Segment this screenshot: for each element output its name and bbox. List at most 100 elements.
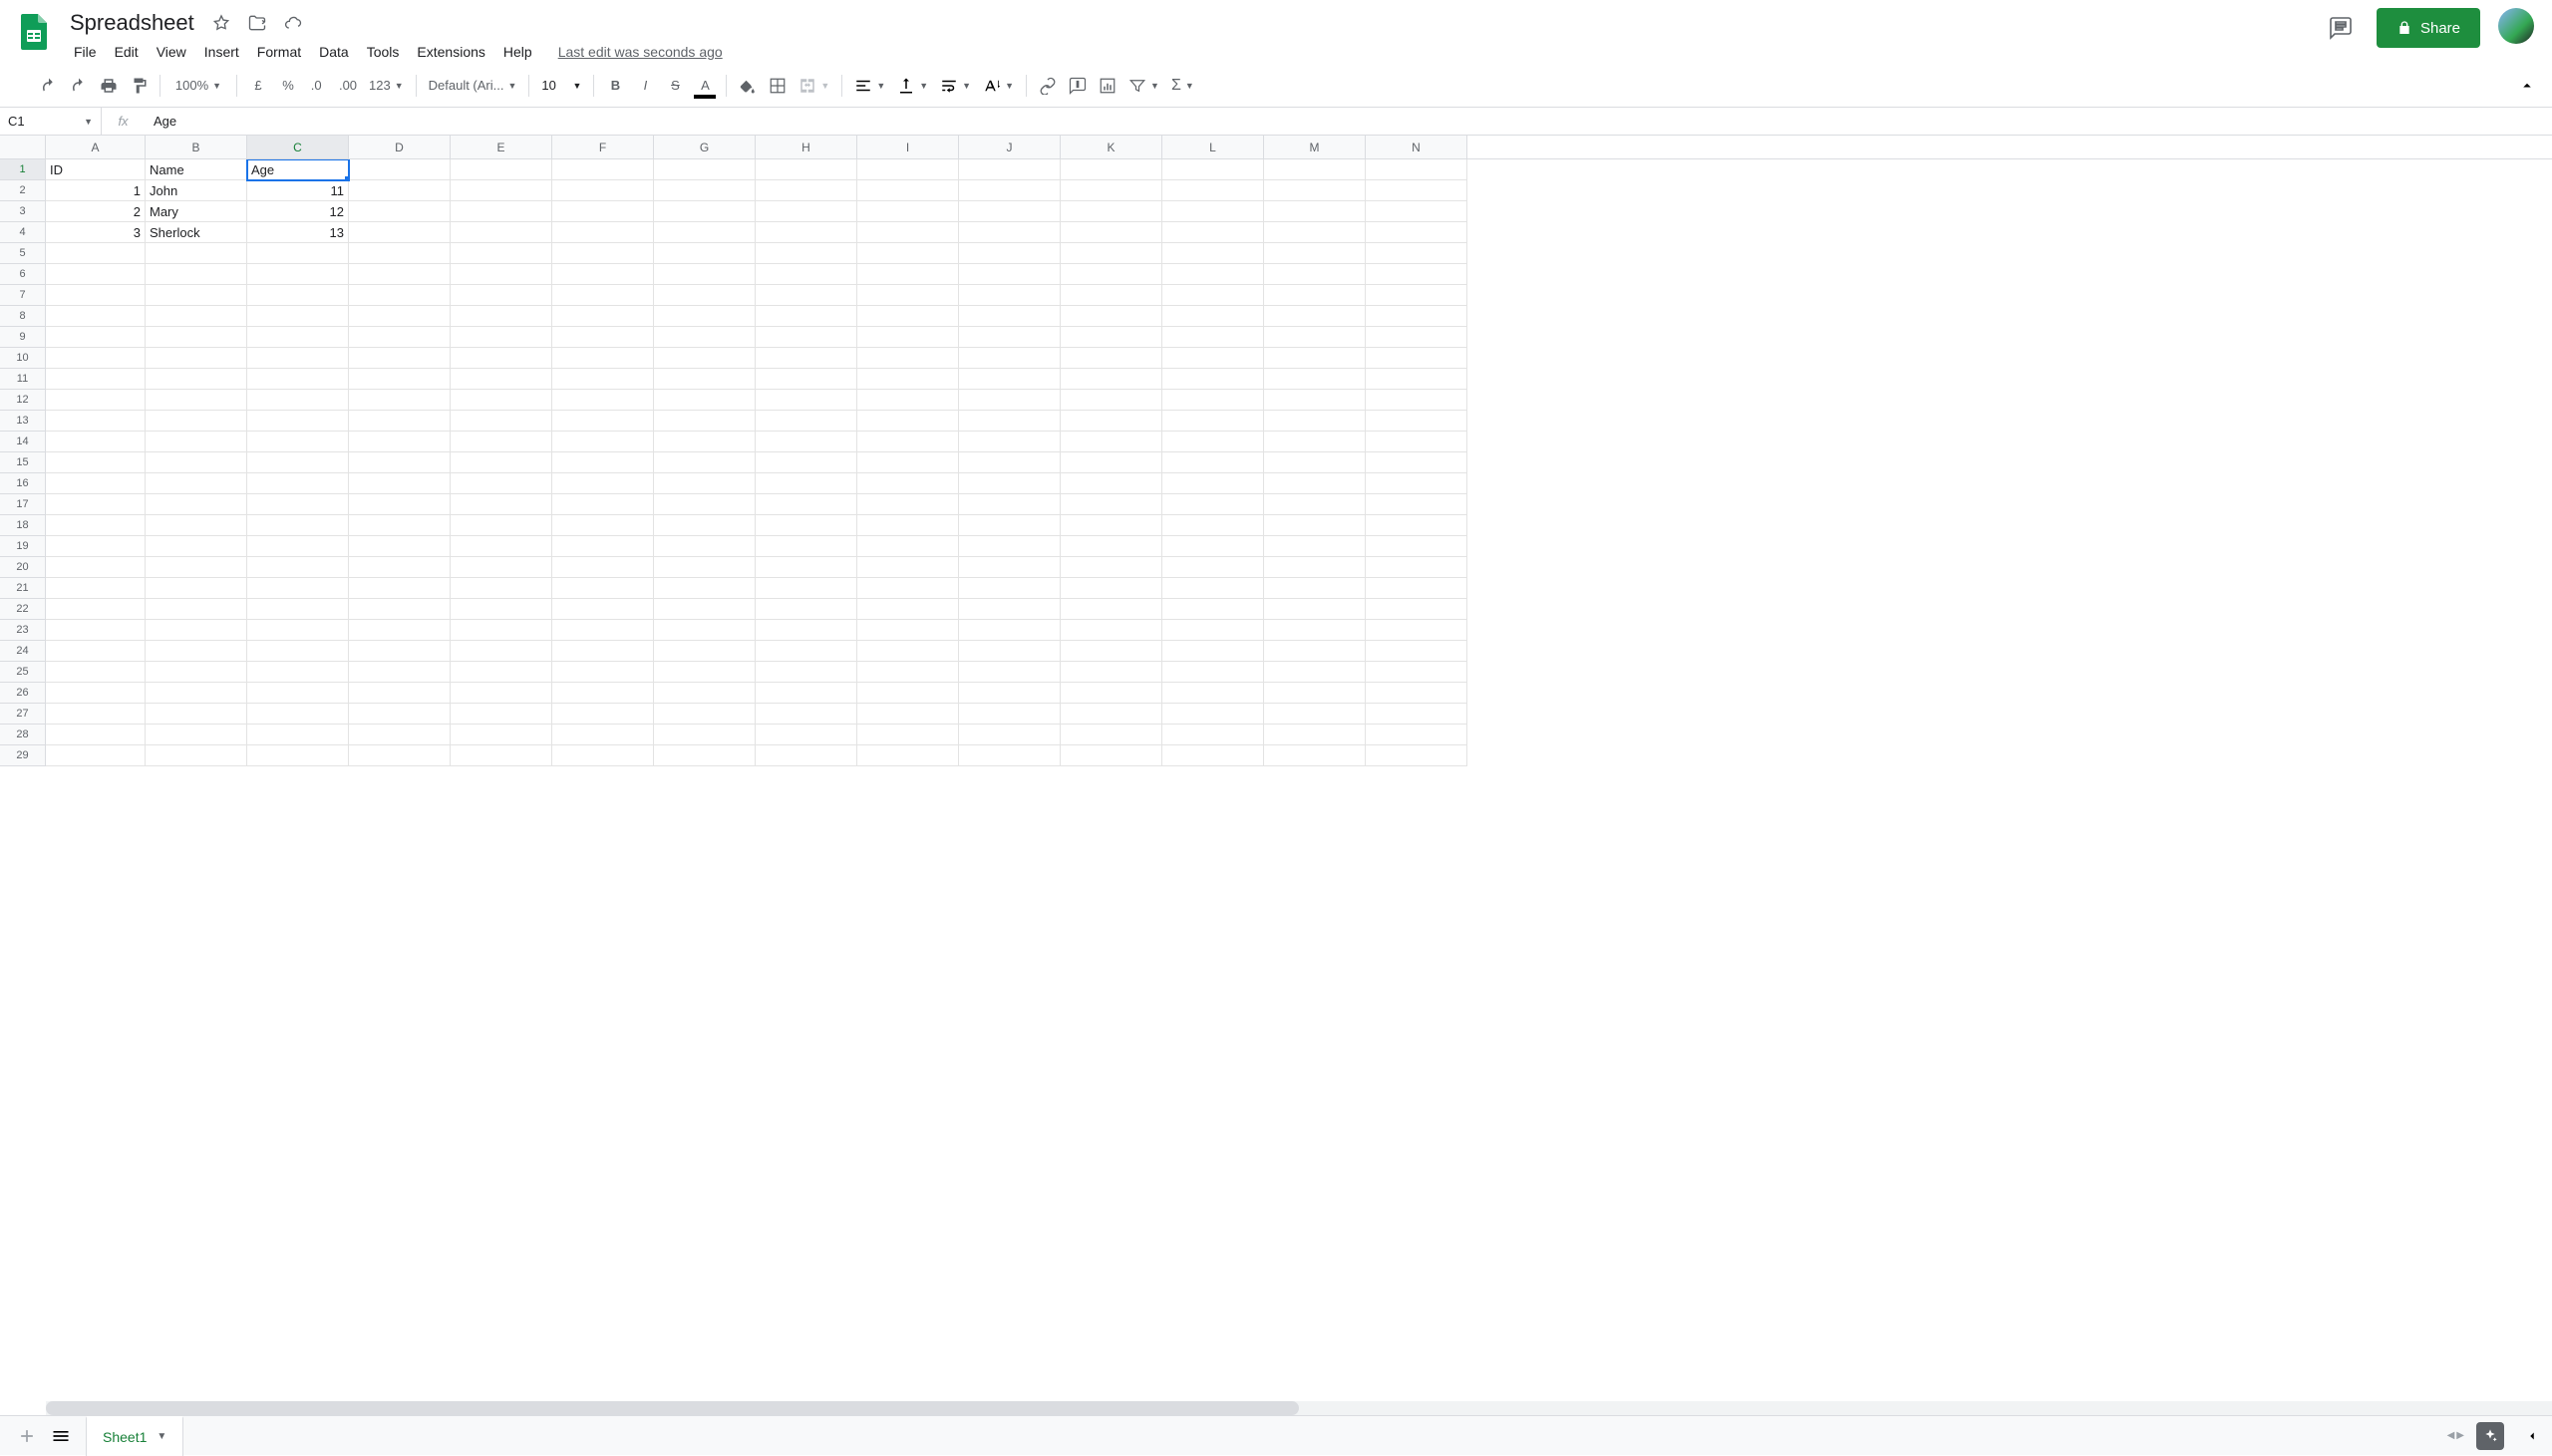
undo-button[interactable] — [34, 71, 64, 101]
cell-E15[interactable] — [451, 452, 552, 473]
cell-A27[interactable] — [46, 704, 146, 725]
cell-K14[interactable] — [1061, 432, 1162, 452]
cell-D3[interactable] — [349, 201, 451, 222]
cell-E29[interactable] — [451, 745, 552, 766]
row-header-9[interactable]: 9 — [0, 327, 46, 348]
cell-D12[interactable] — [349, 390, 451, 411]
cell-N13[interactable] — [1366, 411, 1467, 432]
cell-N1[interactable] — [1366, 159, 1467, 180]
menu-tools[interactable]: Tools — [359, 40, 408, 64]
cell-A18[interactable] — [46, 515, 146, 536]
insert-link-button[interactable] — [1033, 71, 1063, 101]
cell-D20[interactable] — [349, 557, 451, 578]
cell-A17[interactable] — [46, 494, 146, 515]
vertical-align-dropdown[interactable]: ▼ — [891, 71, 934, 101]
collapse-toolbar-button[interactable] — [2512, 71, 2542, 101]
cell-H18[interactable] — [756, 515, 857, 536]
cell-K19[interactable] — [1061, 536, 1162, 557]
cell-M19[interactable] — [1264, 536, 1366, 557]
select-all-corner[interactable] — [0, 136, 46, 158]
row-header-26[interactable]: 26 — [0, 683, 46, 704]
cell-B22[interactable] — [146, 599, 247, 620]
horizontal-scrollbar[interactable] — [46, 1401, 2552, 1415]
cell-N28[interactable] — [1366, 725, 1467, 745]
cell-L11[interactable] — [1162, 369, 1264, 390]
cell-B26[interactable] — [146, 683, 247, 704]
font-family-dropdown[interactable]: Default (Ari... ▼ — [423, 71, 523, 101]
cell-D26[interactable] — [349, 683, 451, 704]
cell-H3[interactable] — [756, 201, 857, 222]
row-header-29[interactable]: 29 — [0, 745, 46, 766]
cell-N23[interactable] — [1366, 620, 1467, 641]
cell-A1[interactable]: ID — [46, 159, 146, 180]
cell-L20[interactable] — [1162, 557, 1264, 578]
cell-F21[interactable] — [552, 578, 654, 599]
cell-M8[interactable] — [1264, 306, 1366, 327]
cell-J26[interactable] — [959, 683, 1061, 704]
cell-C5[interactable] — [247, 243, 349, 264]
cell-I11[interactable] — [857, 369, 959, 390]
row-header-27[interactable]: 27 — [0, 704, 46, 725]
cell-G8[interactable] — [654, 306, 756, 327]
cell-K10[interactable] — [1061, 348, 1162, 369]
cell-N7[interactable] — [1366, 285, 1467, 306]
cell-B13[interactable] — [146, 411, 247, 432]
cell-N3[interactable] — [1366, 201, 1467, 222]
cell-C18[interactable] — [247, 515, 349, 536]
cell-N6[interactable] — [1366, 264, 1467, 285]
cell-I25[interactable] — [857, 662, 959, 683]
cell-N12[interactable] — [1366, 390, 1467, 411]
cell-M7[interactable] — [1264, 285, 1366, 306]
row-header-15[interactable]: 15 — [0, 452, 46, 473]
cell-G12[interactable] — [654, 390, 756, 411]
cell-J15[interactable] — [959, 452, 1061, 473]
row-header-28[interactable]: 28 — [0, 725, 46, 745]
column-header-J[interactable]: J — [959, 136, 1061, 158]
cell-D5[interactable] — [349, 243, 451, 264]
cell-A13[interactable] — [46, 411, 146, 432]
cell-N19[interactable] — [1366, 536, 1467, 557]
cell-J4[interactable] — [959, 222, 1061, 243]
cell-E4[interactable] — [451, 222, 552, 243]
cell-K11[interactable] — [1061, 369, 1162, 390]
cell-C4[interactable]: 13 — [247, 222, 349, 243]
cell-D23[interactable] — [349, 620, 451, 641]
cell-G22[interactable] — [654, 599, 756, 620]
cell-I19[interactable] — [857, 536, 959, 557]
cell-B19[interactable] — [146, 536, 247, 557]
cell-I18[interactable] — [857, 515, 959, 536]
cell-M26[interactable] — [1264, 683, 1366, 704]
cell-J23[interactable] — [959, 620, 1061, 641]
cell-E10[interactable] — [451, 348, 552, 369]
cell-H19[interactable] — [756, 536, 857, 557]
cell-G13[interactable] — [654, 411, 756, 432]
cell-J1[interactable] — [959, 159, 1061, 180]
column-header-M[interactable]: M — [1264, 136, 1366, 158]
insert-comment-button[interactable] — [1063, 71, 1093, 101]
cell-G26[interactable] — [654, 683, 756, 704]
cell-D7[interactable] — [349, 285, 451, 306]
cell-E26[interactable] — [451, 683, 552, 704]
cell-I16[interactable] — [857, 473, 959, 494]
cell-D2[interactable] — [349, 180, 451, 201]
cell-F12[interactable] — [552, 390, 654, 411]
row-header-25[interactable]: 25 — [0, 662, 46, 683]
cell-A29[interactable] — [46, 745, 146, 766]
cell-G16[interactable] — [654, 473, 756, 494]
cell-E9[interactable] — [451, 327, 552, 348]
cell-M21[interactable] — [1264, 578, 1366, 599]
cell-M17[interactable] — [1264, 494, 1366, 515]
cell-G29[interactable] — [654, 745, 756, 766]
cell-G10[interactable] — [654, 348, 756, 369]
row-header-2[interactable]: 2 — [0, 180, 46, 201]
cloud-status-icon[interactable] — [280, 10, 306, 36]
cell-J25[interactable] — [959, 662, 1061, 683]
cell-J20[interactable] — [959, 557, 1061, 578]
cell-G9[interactable] — [654, 327, 756, 348]
cell-L12[interactable] — [1162, 390, 1264, 411]
cell-G17[interactable] — [654, 494, 756, 515]
menu-insert[interactable]: Insert — [196, 40, 247, 64]
cell-K1[interactable] — [1061, 159, 1162, 180]
cell-L21[interactable] — [1162, 578, 1264, 599]
cell-L25[interactable] — [1162, 662, 1264, 683]
